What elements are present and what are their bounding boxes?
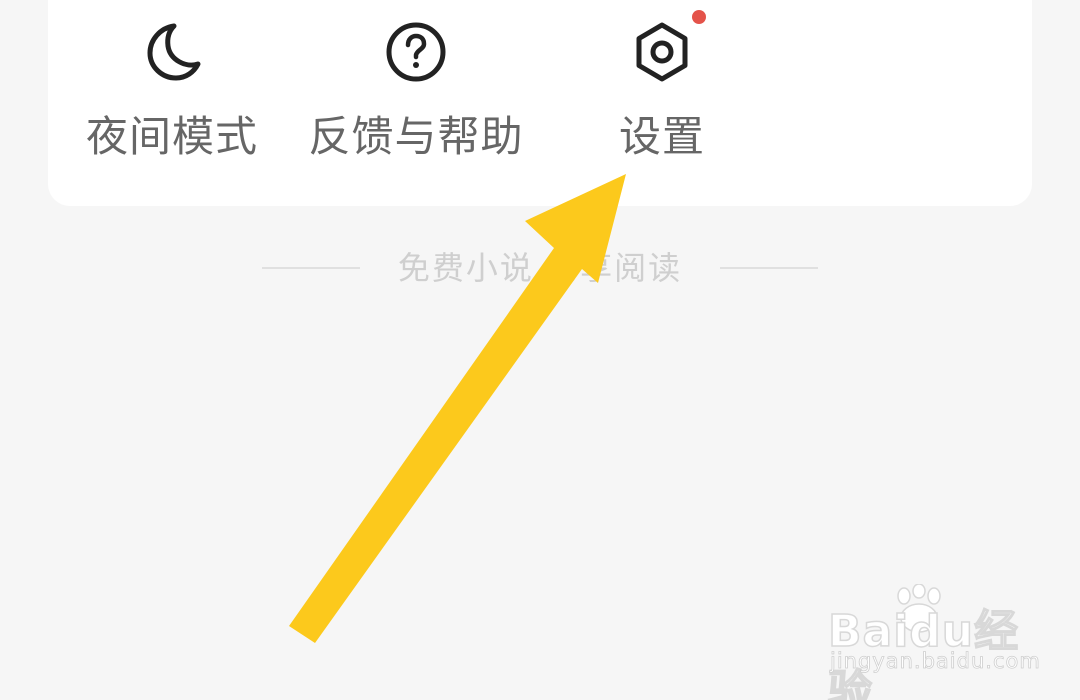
feedback-help-label: 反馈与帮助 [308,112,524,161]
footer-slogan-text: 免费小说 畅享阅读 [397,249,683,287]
feedback-help-button[interactable]: 反馈与帮助 [296,0,536,206]
moon-icon [147,23,201,81]
footer-divider-right [720,267,818,269]
page: 夜间模式 反馈与帮助 设置 免费小说 畅享阅读 Baidu经验 jingyan.… [0,0,1080,700]
footer-divider-left [262,267,360,269]
watermark-url: jingyan.baidu.com [830,649,1041,674]
footer-slogan: 免费小说 畅享阅读 [0,248,1080,288]
menu-card: 夜间模式 反馈与帮助 设置 [48,0,1032,206]
settings-button[interactable]: 设置 [542,0,782,206]
settings-badge-dot [692,10,706,24]
question-circle-icon [386,22,446,82]
night-mode-button[interactable]: 夜间模式 [52,0,292,206]
baidu-jingyan-watermark: Baidu经验 jingyan.baidu.com [820,580,1041,700]
settings-label: 设置 [618,112,705,161]
night-mode-label: 夜间模式 [85,112,258,161]
settings-hexagon-icon [636,22,688,82]
